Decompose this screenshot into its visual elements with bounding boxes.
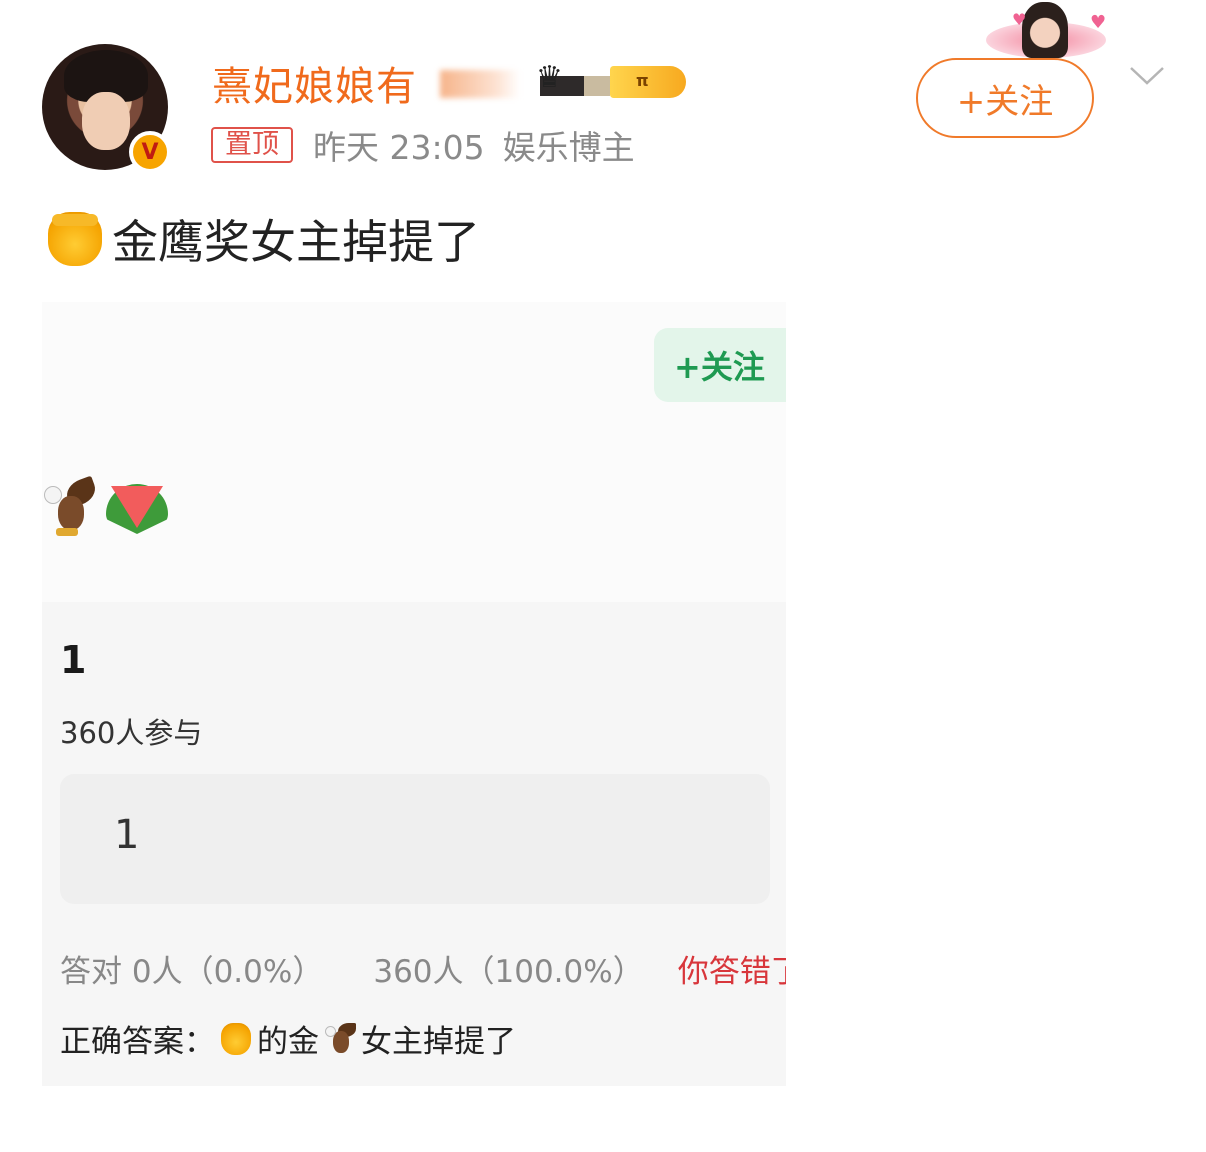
avatar-decoration: ♥ ♥ <box>986 2 1112 60</box>
wrong-answer-label: 你答错了 <box>677 954 786 990</box>
answer-part1: 的金 <box>257 1024 319 1060</box>
heart-icon: ♥ <box>1090 12 1107 33</box>
quiz-card: 1 360人参与 1 答对 0人（0.0%） 360人（100.0%） 你答错了 正… <box>42 602 786 1086</box>
vip-badge[interactable]: ♛ π <box>536 60 686 100</box>
quiz-title: 1 <box>60 638 87 682</box>
emoji-row <box>42 475 168 538</box>
watermelon-icon <box>106 480 168 536</box>
author-role: 娱乐博主 <box>502 128 635 167</box>
verified-badge-icon: V <box>129 131 171 173</box>
username-blurred-part <box>440 70 520 98</box>
quiz-option[interactable]: 1 <box>60 774 770 904</box>
quiz-participants: 360人参与 <box>60 716 203 750</box>
chevron-down-icon[interactable] <box>1128 56 1166 94</box>
heart-icon: ♥ <box>1012 10 1027 29</box>
honey-pot-icon <box>221 1022 251 1055</box>
avatar-face <box>82 92 130 150</box>
follow-button[interactable]: +关注 <box>916 58 1094 138</box>
correct-answer: 正确答案： 的金 女主掉提了 <box>60 1016 516 1061</box>
pinned-badge: 置顶 <box>211 127 293 163</box>
other-stat: 360人（100.0%） <box>373 954 644 990</box>
answer-part2: 女主掉提了 <box>361 1024 516 1060</box>
post-text: 金鹰奖女主掉提了 <box>48 206 480 272</box>
embedded-post-area: +关注 <box>42 302 786 602</box>
correct-stat: 答对 0人（0.0%） <box>60 954 324 990</box>
answer-label: 正确答案： <box>60 1024 215 1060</box>
vip-redaction-2 <box>584 76 610 96</box>
honey-pot-icon <box>48 212 102 266</box>
eagle-icon <box>323 1021 357 1057</box>
embedded-card[interactable]: +关注 1 360人参与 1 答对 0人（0.0%） 360人（100.0%） 你答… <box>42 302 786 1086</box>
embedded-follow-button[interactable]: +关注 <box>654 328 786 402</box>
post-text-content: 金鹰奖女主掉提了 <box>112 215 480 269</box>
decoration-portrait <box>1022 2 1068 58</box>
quiz-stats: 答对 0人（0.0%） 360人（100.0%） 你答错了 <box>60 946 786 991</box>
post-time: 昨天 23:05 <box>313 128 485 167</box>
username[interactable]: 熹妃娘娘有 <box>212 54 417 112</box>
vip-tag: π <box>610 66 686 98</box>
quiz-option-text: 1 <box>114 812 140 858</box>
crown-icon: ♛ <box>536 60 563 95</box>
post-meta: 昨天 23:05 娱乐博主 <box>313 121 653 169</box>
eagle-icon <box>42 475 100 538</box>
